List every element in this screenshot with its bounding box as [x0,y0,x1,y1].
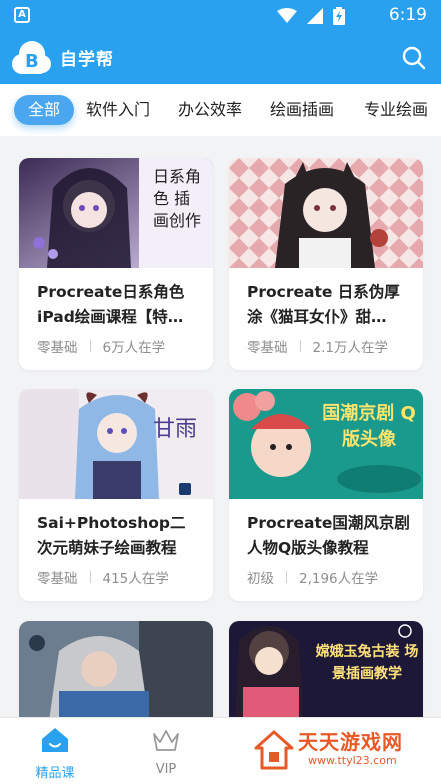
category-tabs: 全部 软件入门 办公效率 绘画插画 专业绘画 [0,84,441,136]
course-meta: 零基础 415人在学 [37,567,169,587]
course-thumbnail: 嫦娥玉兔古装 场景插画教学 [229,621,423,721]
tab-illustration[interactable]: 绘画插画 [270,95,334,125]
notification-app-icon: A [14,7,30,23]
course-thumbnail [229,158,423,268]
status-icons [277,6,345,26]
battery-icon [333,7,345,25]
course-card[interactable]: 国潮京剧 Q版头像 Procreate国潮风京剧人物Q版头像教程 初级 2,19… [229,389,423,601]
course-title: Sai+Photoshop二次元萌妹子绘画教程 [37,514,186,557]
app-bar: B 自学帮 [0,32,441,84]
watermark: 天天游戏网 www.ttyl23.com [254,722,434,778]
svg-text:B: B [25,51,39,72]
meta-divider [89,571,91,583]
nav-courses-label: 精品课 [35,766,75,781]
thumbnail-caption: 国潮京剧 Q版头像 [322,403,416,450]
course-card[interactable] [19,621,213,721]
tab-pro-painting[interactable]: 专业绘画 [364,95,428,125]
thumbnail-caption: 甘雨 [153,417,198,442]
course-card[interactable]: Procreate 日系伪厚涂《猫耳女仆》甜… 零基础 2.1万人在学 [229,158,423,370]
course-card[interactable]: 日系角色 插画创作 Procreate日系角色iPad绘画课程【特… 零基础 6… [19,158,213,370]
home-icon [42,728,68,752]
course-meta: 零基础 2.1万人在学 [247,336,388,356]
nav-courses[interactable]: 精品课 [15,726,95,781]
course-students: 2,196人在学 [299,571,379,587]
nav-vip[interactable]: VIP [126,726,206,777]
signal-icon [307,8,323,24]
tab-office-efficiency[interactable]: 办公效率 [178,95,242,125]
tab-all[interactable]: 全部 [14,95,75,125]
nav-vip-label: VIP [155,762,177,777]
app-logo: B [12,41,51,74]
course-level: 零基础 [37,340,78,356]
crown-icon [153,730,179,751]
thumbnail-caption: 日系角色 插画创作 [153,167,202,230]
course-title: Procreate 日系伪厚涂《猫耳女仆》甜… [247,283,400,326]
course-card[interactable]: 甘雨 Sai+Photoshop二次元萌妹子绘画教程 零基础 415人在学 [19,389,213,601]
meta-divider [299,340,301,352]
meta-divider [286,571,287,583]
course-level: 零基础 [37,571,78,587]
course-thumbnail: 国潮京剧 Q版头像 [229,389,423,499]
course-title: Procreate国潮风京剧人物Q版头像教程 [247,514,410,557]
watermark-name: 天天游戏网 [298,730,403,754]
course-thumbnail: 日系角色 插画创作 [19,158,213,268]
course-students: 2.1万人在学 [312,340,388,356]
course-thumbnail [19,621,213,721]
course-meta: 初级 2,196人在学 [247,567,378,587]
tab-software-intro[interactable]: 软件入门 [86,95,150,125]
course-card[interactable]: 嫦娥玉兔古装 场景插画教学 [229,621,423,721]
wifi-icon [277,8,297,23]
status-bar: A 6:19 [0,0,441,32]
app-title: 自学帮 [60,50,114,70]
course-students: 6万人在学 [102,340,166,356]
course-level: 零基础 [247,340,288,356]
thumbnail-caption: 嫦娥玉兔古装 场景插画教学 [315,644,419,682]
course-meta: 零基础 6万人在学 [37,336,165,356]
status-time: 6:19 [388,5,427,25]
course-thumbnail: 甘雨 [19,389,213,499]
watermark-url: www.ttyl23.com [308,754,397,767]
watermark-logo [254,730,294,770]
course-title: Procreate日系角色iPad绘画课程【特… [37,283,185,326]
search-icon[interactable] [401,45,427,71]
course-students: 415人在学 [102,571,169,587]
course-level: 初级 [247,571,274,587]
meta-divider [89,340,91,352]
